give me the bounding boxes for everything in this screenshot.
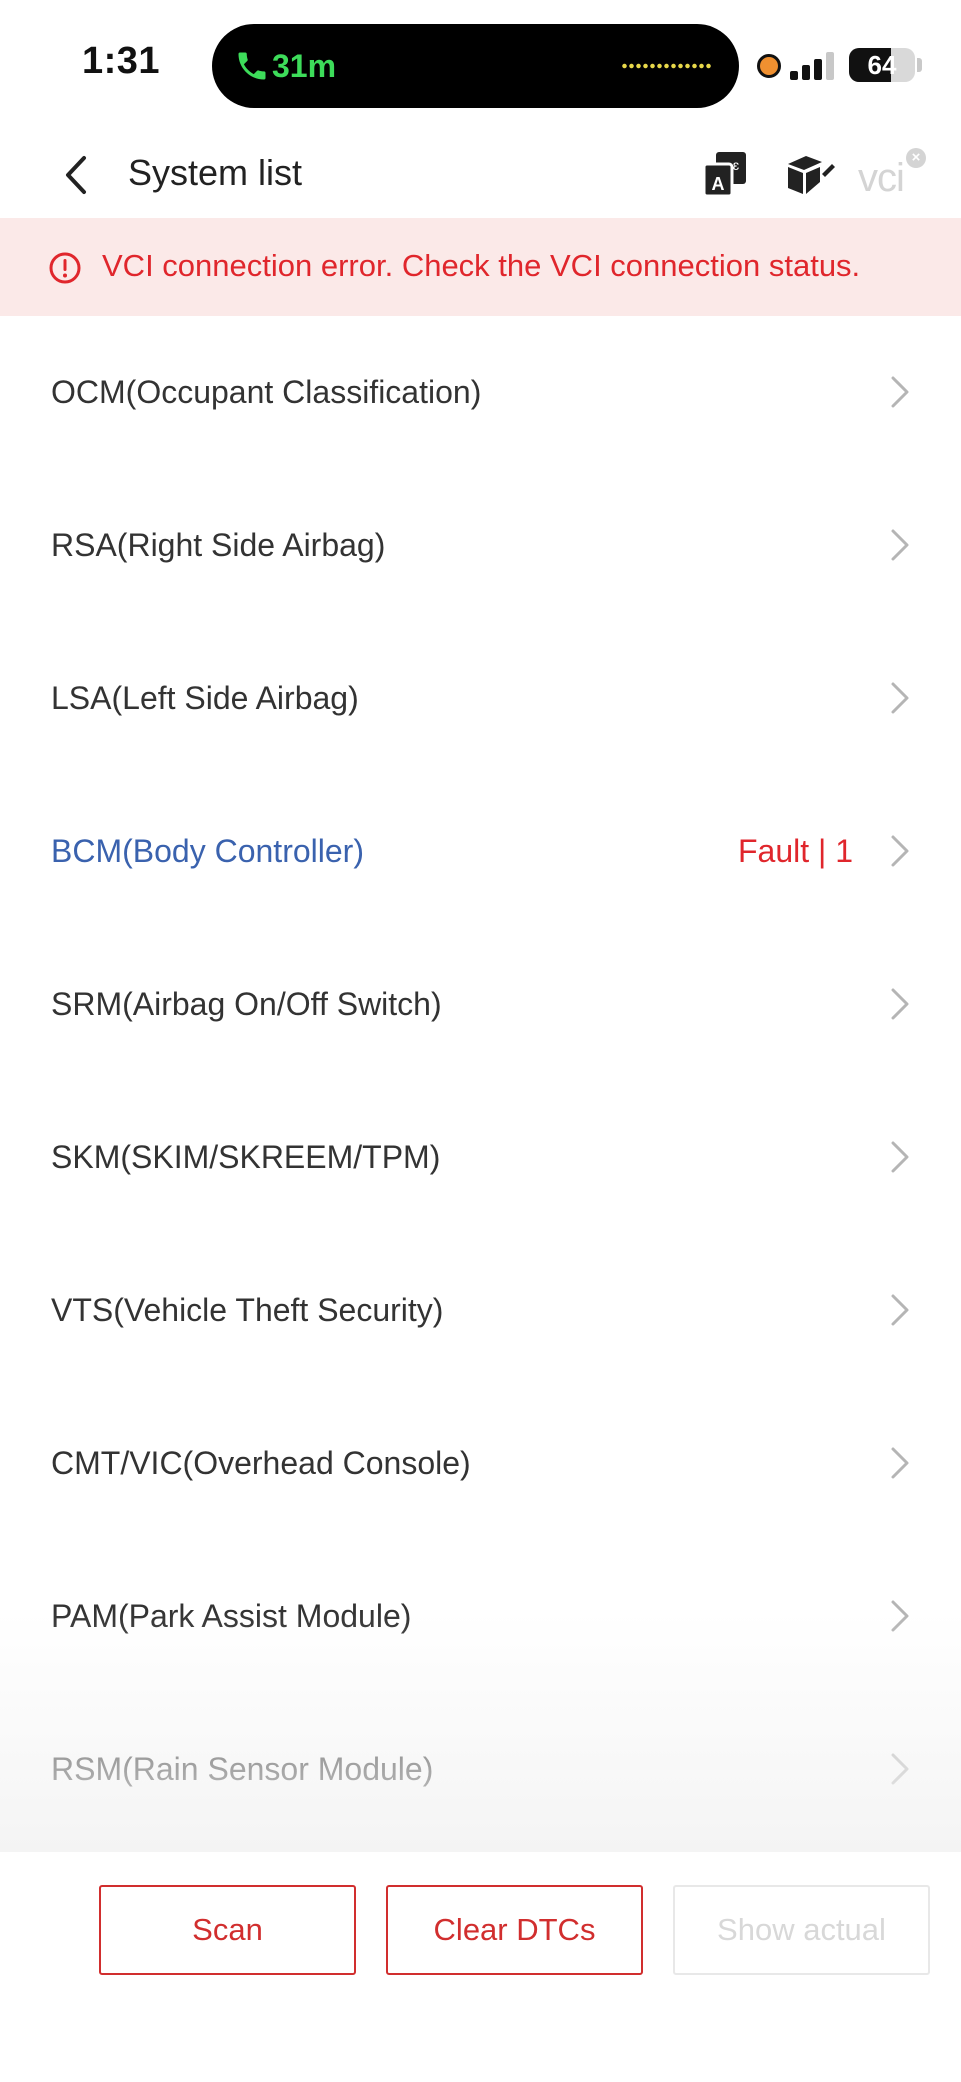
signal-icon	[790, 52, 834, 80]
page-title: System list	[128, 152, 303, 193]
system-item-label: SRM(Airbag On/Off Switch)	[51, 986, 442, 1022]
scan-button[interactable]: Scan	[99, 1885, 356, 1975]
system-list[interactable]: OCM(Occupant Classification) RSA(Right Si…	[0, 316, 961, 1852]
chevron-right-icon	[891, 835, 909, 867]
chevron-right-icon	[891, 376, 909, 408]
chevron-right-icon	[891, 682, 909, 714]
battery-icon: 64	[849, 48, 915, 82]
bottom-action-bar: Scan Clear DTCs Show actual	[0, 1852, 961, 2082]
chevron-right-icon	[891, 988, 909, 1020]
system-list-item[interactable]: SKM(SKIM/SKREEM/TPM)	[0, 1081, 961, 1234]
alert-circle-icon	[49, 252, 81, 284]
system-list-item[interactable]: PAM(Park Assist Module)	[0, 1540, 961, 1693]
chevron-right-icon	[891, 1600, 909, 1632]
system-item-label: OCM(Occupant Classification)	[51, 374, 482, 410]
status-bar: 1:31 31m 64	[0, 0, 961, 130]
waveform-icon	[621, 62, 711, 70]
system-list-item[interactable]: VTS(Vehicle Theft Security)	[0, 1234, 961, 1387]
chevron-right-icon	[891, 1753, 909, 1785]
dynamic-island-call[interactable]: 31m	[212, 24, 739, 108]
clear-dtcs-button[interactable]: Clear DTCs	[386, 1885, 643, 1975]
chevron-right-icon	[891, 1294, 909, 1326]
box-icon[interactable]	[782, 148, 836, 202]
system-item-label: BCM(Body Controller)	[51, 833, 364, 869]
system-item-label: LSA(Left Side Airbag)	[51, 680, 359, 716]
vci-status-button[interactable]: VCI ×	[858, 148, 928, 202]
battery-percent: 64	[867, 50, 897, 80]
call-timer: 31m	[272, 48, 337, 84]
recording-dot-icon	[757, 54, 781, 78]
header: System list A ɛ VCI ×	[0, 130, 961, 220]
status-time: 1:31	[82, 40, 161, 82]
back-icon[interactable]	[52, 148, 102, 202]
battery-cap	[917, 58, 922, 72]
vci-label: VCI	[858, 156, 905, 200]
error-banner: VCI connection error. Check the VCI conn…	[0, 218, 961, 316]
system-list-item[interactable]: SRM(Airbag On/Off Switch)	[0, 928, 961, 1081]
system-list-item[interactable]: LSA(Left Side Airbag)	[0, 622, 961, 775]
system-item-label: RSA(Right Side Airbag)	[51, 527, 386, 563]
chevron-right-icon	[891, 529, 909, 561]
fault-status-badge: Fault | 1	[737, 833, 853, 869]
vci-disconnected-icon: ×	[906, 148, 926, 168]
error-message: VCI connection error. Check the VCI conn…	[102, 248, 861, 283]
show-actual-button[interactable]: Show actual	[673, 1885, 930, 1975]
svg-text:ɛ: ɛ	[733, 157, 740, 173]
system-item-label: RSM(Rain Sensor Module)	[51, 1751, 434, 1787]
system-list-item[interactable]: CMT/VIC(Overhead Console)	[0, 1387, 961, 1540]
system-list-item[interactable]: RSA(Right Side Airbag)	[0, 469, 961, 622]
phone-icon	[238, 52, 266, 80]
svg-text:A: A	[712, 174, 725, 194]
system-item-label: PAM(Park Assist Module)	[51, 1598, 412, 1634]
system-list-item[interactable]: RSM(Rain Sensor Module)	[0, 1693, 961, 1846]
translate-icon[interactable]: A ɛ	[700, 148, 752, 202]
chevron-right-icon	[891, 1141, 909, 1173]
system-item-label: CMT/VIC(Overhead Console)	[51, 1445, 471, 1481]
system-list-item[interactable]: OCM(Occupant Classification)	[0, 316, 961, 469]
system-item-label: SKM(SKIM/SKREEM/TPM)	[51, 1139, 441, 1175]
system-item-label: VTS(Vehicle Theft Security)	[51, 1292, 444, 1328]
system-list-item[interactable]: BCM(Body Controller) Fault | 1	[0, 775, 961, 928]
chevron-right-icon	[891, 1447, 909, 1479]
